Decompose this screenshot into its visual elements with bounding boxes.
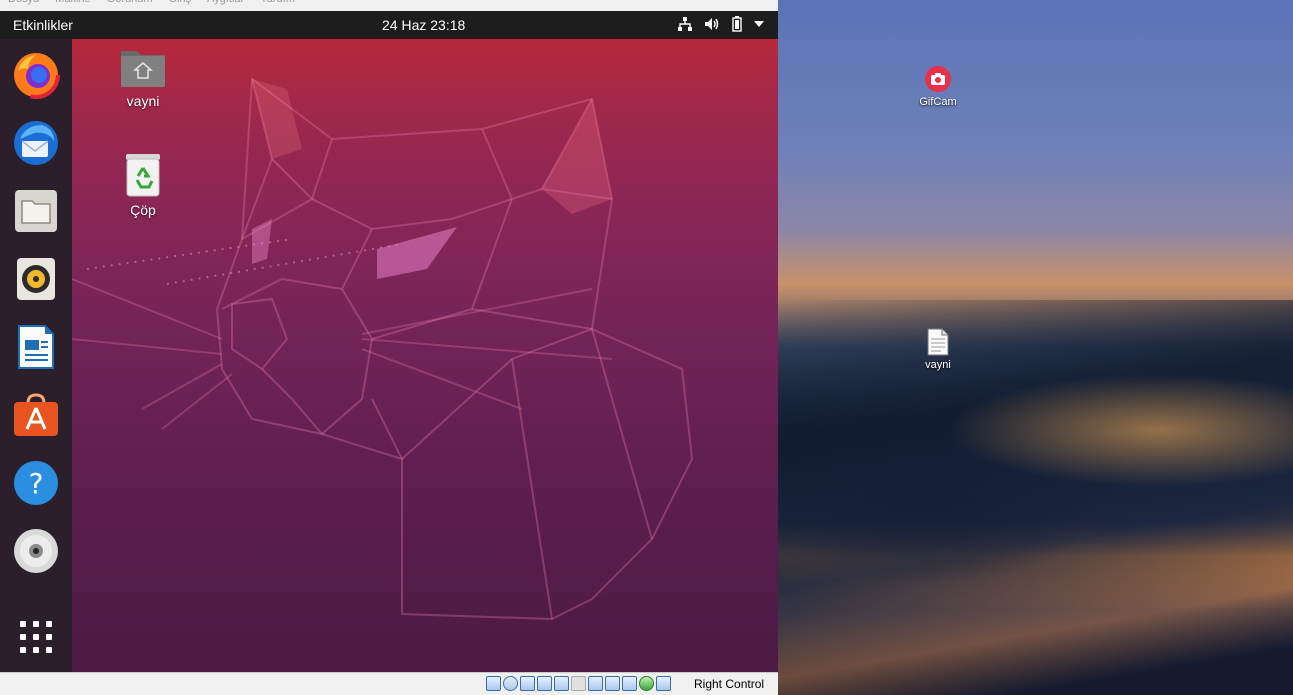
- menu-yardim[interactable]: Yardım: [260, 0, 295, 11]
- help-icon: ?: [14, 461, 58, 505]
- status-bar-icons: [486, 676, 671, 691]
- hard-disk-icon[interactable]: [486, 676, 501, 691]
- dock-item-libreoffice-writer[interactable]: [12, 323, 60, 371]
- virtualbox-status-bar: Right Control: [0, 672, 778, 695]
- show-applications-button[interactable]: [12, 613, 60, 661]
- dock-item-firefox[interactable]: [12, 51, 60, 99]
- network-wired-icon: [678, 17, 692, 31]
- desktop-icon-label: vayni: [126, 93, 160, 109]
- dock-item-optical-disc[interactable]: [12, 527, 60, 575]
- menu-gorunum[interactable]: Görünüm: [107, 0, 153, 11]
- ubuntu-desktop-icon-home[interactable]: vayni: [103, 47, 183, 109]
- network-icon[interactable]: [537, 676, 552, 691]
- writer-icon: [18, 325, 54, 369]
- menu-makine[interactable]: Makine: [55, 0, 90, 11]
- screen: GifCam vayni Dosya Makine Görünüm Giriş …: [0, 0, 1293, 695]
- camera-app-icon: [925, 66, 951, 92]
- host-desktop[interactable]: GifCam vayni: [778, 0, 1293, 695]
- thunderbird-icon: [14, 121, 58, 165]
- audio-icon[interactable]: [520, 676, 535, 691]
- clock-button[interactable]: 24 Haz 23:18: [382, 17, 465, 33]
- usb-icon[interactable]: [554, 676, 569, 691]
- virtualization-icon[interactable]: [622, 676, 637, 691]
- video-capture-icon[interactable]: [605, 676, 620, 691]
- keyboard-capture-icon[interactable]: [656, 676, 671, 691]
- display-icon[interactable]: [588, 676, 603, 691]
- chevron-down-icon: [754, 21, 764, 27]
- app-grid-icon: [20, 621, 52, 653]
- disc-icon: [14, 529, 58, 573]
- vm-menubar: Dosya Makine Görünüm Giriş Aygıtlar Yard…: [0, 0, 778, 11]
- dock-item-files[interactable]: [12, 187, 60, 235]
- ubuntu-dock: ?: [0, 39, 72, 672]
- menu-aygitlar[interactable]: Aygıtlar: [207, 0, 244, 11]
- dock-item-thunderbird[interactable]: [12, 119, 60, 167]
- dock-item-help[interactable]: ?: [12, 459, 60, 507]
- trash-icon: [126, 154, 160, 197]
- system-tray[interactable]: [678, 16, 764, 32]
- guest-additions-icon[interactable]: [639, 676, 654, 691]
- rhythmbox-icon: [17, 258, 55, 300]
- dock-item-rhythmbox[interactable]: [12, 255, 60, 303]
- virtualbox-vm-window: Dosya Makine Görünüm Giriş Aygıtlar Yard…: [0, 0, 778, 695]
- text-file-icon: [927, 328, 949, 356]
- desktop-icon-label: Çöp: [130, 202, 156, 218]
- host-icon-label: vayni: [925, 359, 951, 371]
- svg-text:?: ?: [29, 467, 44, 500]
- files-icon: [15, 190, 57, 232]
- ubuntu-desktop[interactable]: vayni Çöp: [72, 39, 778, 672]
- host-key-label: Right Control: [694, 677, 765, 691]
- host-icon-label: GifCam: [919, 96, 957, 108]
- host-desktop-icon-gifcam[interactable]: GifCam: [903, 65, 973, 108]
- battery-icon: [732, 16, 742, 32]
- menu-giris[interactable]: Giriş: [169, 0, 192, 11]
- software-icon: [14, 393, 58, 436]
- ubuntu-top-bar: Etkinlikler 24 Haz 23:18: [0, 11, 778, 39]
- host-desktop-icon-vayni[interactable]: vayni: [903, 328, 973, 371]
- optical-drive-icon[interactable]: [503, 676, 518, 691]
- volume-icon: [705, 18, 719, 30]
- firefox-icon: [12, 51, 60, 99]
- shared-folders-icon[interactable]: [571, 676, 586, 691]
- activities-button[interactable]: Etkinlikler: [13, 17, 73, 33]
- home-folder-icon: [121, 51, 165, 87]
- focal-fossa-wallpaper-art: [72, 77, 694, 621]
- ubuntu-desktop-icon-trash[interactable]: Çöp: [103, 152, 183, 218]
- menu-dosya[interactable]: Dosya: [8, 0, 39, 11]
- wallpaper-wave: [778, 300, 1293, 695]
- dock-item-ubuntu-software[interactable]: [12, 391, 60, 439]
